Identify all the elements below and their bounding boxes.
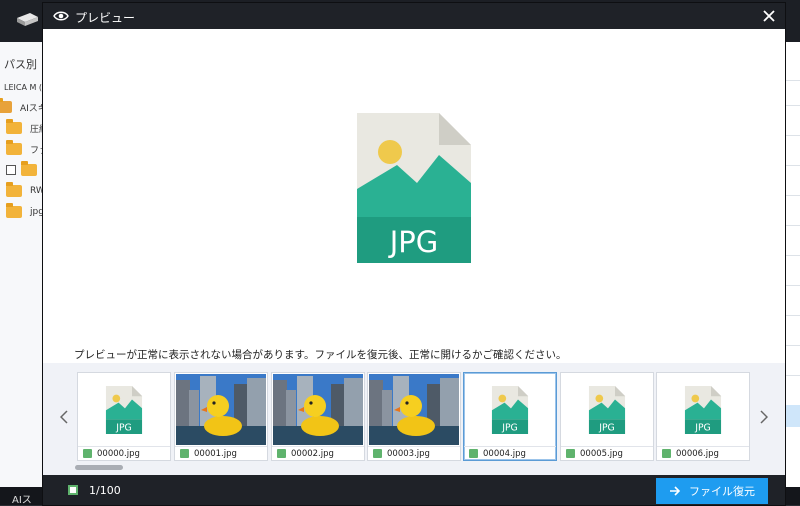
thumbnail-checkbox[interactable] bbox=[373, 449, 382, 458]
thumbnail-footer: 00001.jpg bbox=[175, 446, 267, 460]
thumbnail-card[interactable]: 00002.jpg bbox=[271, 372, 365, 461]
folder-icon bbox=[6, 182, 22, 197]
thumbnail-image: JPG bbox=[465, 374, 555, 445]
thumbnail-footer: 00006.jpg bbox=[657, 446, 749, 460]
thumbnail-image bbox=[369, 374, 459, 445]
bottom-status-text: AIス bbox=[12, 495, 32, 506]
select-checkbox[interactable] bbox=[68, 485, 78, 495]
thumbnail-filename: 00000.jpg bbox=[97, 448, 140, 459]
arrow-right-icon bbox=[670, 486, 681, 496]
thumbnail-image: JPG bbox=[658, 374, 748, 445]
duck-photo bbox=[369, 374, 459, 445]
list-divider bbox=[784, 285, 800, 286]
close-button[interactable] bbox=[759, 6, 779, 26]
tree-item-label: LEICA M (F bbox=[4, 82, 47, 92]
tree-item-label: jpg bbox=[30, 207, 44, 217]
horizontal-scrollbar[interactable] bbox=[75, 465, 123, 470]
jpg-file-icon: JPG bbox=[491, 385, 529, 434]
thumbnail-checkbox[interactable] bbox=[180, 449, 189, 458]
thumbnail-filename: 00005.jpg bbox=[580, 448, 623, 459]
thumbnail-filename: 00003.jpg bbox=[387, 448, 430, 459]
thumbnail-footer: 00003.jpg bbox=[368, 446, 460, 460]
chevron-right-icon bbox=[760, 410, 768, 424]
thumbnail-checkbox[interactable] bbox=[469, 449, 478, 458]
image-folder-icon bbox=[6, 119, 22, 134]
folder-icon bbox=[0, 98, 12, 113]
prev-button[interactable] bbox=[57, 407, 71, 427]
jpg-file-icon: JPG bbox=[588, 385, 626, 434]
thumbnail-footer: 00005.jpg bbox=[561, 446, 653, 460]
drive-icon bbox=[17, 13, 38, 26]
folder-icon bbox=[21, 161, 37, 176]
thumbnail-card[interactable]: JPG 00005.jpg bbox=[560, 372, 654, 461]
list-divider bbox=[784, 315, 800, 316]
preview-notice: プレビューが正常に表示されない場合があります。ファイルを復元後、正常に開けるかご… bbox=[74, 349, 567, 361]
thumbnail-footer: 00004.jpg bbox=[464, 446, 556, 460]
image-folder-icon bbox=[6, 140, 22, 155]
sidebar-title: パス別 bbox=[4, 58, 37, 71]
thumbnail-filename: 00004.jpg bbox=[483, 448, 526, 459]
jpg-file-icon: JPG bbox=[684, 385, 722, 434]
thumbnail-filename: 00002.jpg bbox=[291, 448, 334, 459]
thumbnail-image bbox=[273, 374, 363, 445]
folder-icon bbox=[6, 203, 22, 218]
recover-button-label: ファイル復元 bbox=[689, 485, 755, 498]
preview-area: JPG プレビューが正常に表示されない場合があります。ファイルを復元後、正常に開… bbox=[43, 29, 785, 363]
tree-item-folder[interactable] bbox=[0, 161, 45, 179]
thumbnail-card[interactable]: JPG 00000.jpg bbox=[77, 372, 171, 461]
dialog-title: プレビュー bbox=[75, 11, 136, 25]
thumbnail-card[interactable]: JPG 00004.jpg bbox=[463, 372, 557, 461]
jpg-file-icon: JPG bbox=[357, 113, 471, 263]
recover-button[interactable]: ファイル復元 bbox=[656, 478, 768, 504]
thumbnail-image: JPG bbox=[562, 374, 652, 445]
thumbnail-checkbox[interactable] bbox=[83, 449, 92, 458]
jpg-icon-label: JPG bbox=[598, 422, 615, 433]
tree-item-drive[interactable]: LEICA M (F bbox=[0, 78, 47, 96]
thumbnail-card[interactable]: 00001.jpg bbox=[174, 372, 268, 461]
thumbnail-footer: 00002.jpg bbox=[272, 446, 364, 460]
thumbnail-card[interactable]: 00003.jpg bbox=[367, 372, 461, 461]
tree-item-raw[interactable]: RW bbox=[0, 182, 45, 200]
thumbnail-filename: 00001.jpg bbox=[194, 448, 237, 459]
list-divider bbox=[784, 80, 800, 81]
jpg-file-icon: JPG bbox=[105, 385, 143, 434]
dialog-footer: 1/100 ファイル復元 bbox=[43, 475, 785, 505]
list-divider bbox=[784, 165, 800, 166]
duck-photo bbox=[176, 374, 266, 445]
jpg-icon-label: JPG bbox=[694, 422, 711, 433]
list-divider bbox=[784, 255, 800, 256]
thumbnail-checkbox[interactable] bbox=[566, 449, 575, 458]
list-divider bbox=[784, 345, 800, 346]
thumbnail-card[interactable]: JPG 00006.jpg bbox=[656, 372, 750, 461]
tree-checkbox[interactable] bbox=[6, 165, 16, 175]
list-divider bbox=[784, 195, 800, 196]
tree-item-compressed[interactable]: 圧縮 bbox=[0, 119, 48, 137]
list-divider bbox=[784, 105, 800, 106]
list-divider bbox=[784, 135, 800, 136]
big-icon-label: JPG bbox=[388, 225, 439, 259]
preview-dialog: プレビュー JPG プレビューが正常に表示されない場合があります。ファイルを復元… bbox=[43, 3, 785, 505]
selection-count: 1/100 bbox=[89, 484, 121, 497]
thumbnail-checkbox[interactable] bbox=[662, 449, 671, 458]
selected-row bbox=[784, 405, 800, 427]
thumbnail-checkbox[interactable] bbox=[277, 449, 286, 458]
thumbnail-filename: 00006.jpg bbox=[676, 448, 719, 459]
duck-photo bbox=[273, 374, 363, 445]
tree-item-file[interactable]: ファ bbox=[0, 140, 48, 158]
close-icon bbox=[763, 10, 775, 22]
tree-item-jpg[interactable]: jpg bbox=[0, 203, 44, 221]
thumbnail-footer: 00000.jpg bbox=[78, 446, 170, 460]
eye-icon bbox=[53, 11, 69, 21]
next-button[interactable] bbox=[757, 407, 771, 427]
thumbnail-image: JPG bbox=[79, 374, 169, 445]
thumbnail-image bbox=[176, 374, 266, 445]
dialog-header: プレビュー bbox=[43, 3, 785, 29]
jpg-icon-label: JPG bbox=[501, 422, 518, 433]
thumbnail-strip: JPG 00000.jpg 00001.jpg 00002.jpg 00003.jpg J… bbox=[43, 363, 785, 475]
chevron-left-icon bbox=[60, 410, 68, 424]
list-divider bbox=[784, 375, 800, 376]
list-divider bbox=[784, 225, 800, 226]
jpg-icon-label: JPG bbox=[115, 422, 132, 433]
